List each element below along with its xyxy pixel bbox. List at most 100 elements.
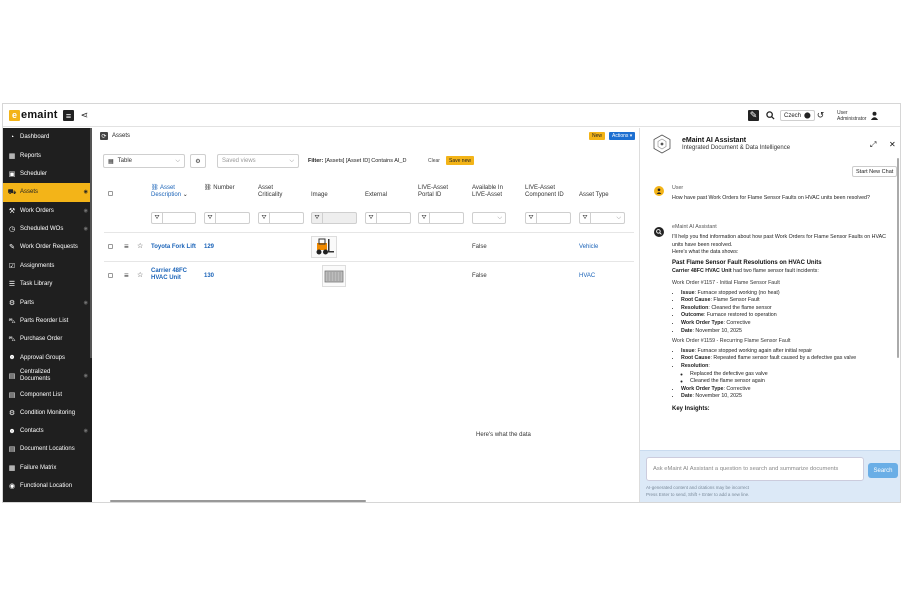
funnel-icon: ⛛: [366, 213, 377, 223]
column-live-asset-component-id[interactable]: LIVE-Asset Component ID: [525, 185, 564, 199]
filter-available-select[interactable]: ⌵: [472, 212, 506, 224]
column-number[interactable]: ⛓ Number: [204, 185, 235, 192]
ai-chat-scrollbar[interactable]: [897, 158, 899, 358]
history-icon[interactable]: ↺: [815, 110, 826, 121]
row-checkbox[interactable]: [108, 244, 113, 249]
select-all-checkbox[interactable]: [108, 191, 113, 196]
row-menu-icon[interactable]: ≡: [124, 243, 129, 251]
sidebar-item-assignments[interactable]: ☑ Assignments: [3, 257, 92, 275]
row-menu-icon[interactable]: ≡: [124, 272, 129, 280]
sidebar-item-purchase-order[interactable]: ⛍ Purchase Order: [3, 330, 92, 348]
sidebar-item-assets[interactable]: ⛟ Assets ◉: [3, 183, 92, 202]
emaint-logo[interactable]: e emaint: [9, 109, 58, 121]
refresh-icon[interactable]: ⟳: [100, 132, 108, 140]
table-row[interactable]: ≡ ☆ Carrier 48FC HVAC Unit 130 False HVA…: [104, 261, 634, 289]
sidebar-item-contacts[interactable]: ☻ Contacts ◉: [3, 422, 92, 440]
filter-live-asset-portal-id[interactable]: ⛛: [418, 212, 464, 224]
language-selector[interactable]: Czech ⬤: [780, 110, 815, 121]
column-asset-description[interactable]: ⛓ Asset Description ⌄: [151, 185, 188, 199]
sidebar-item-failure-matrix[interactable]: ▦ Failure Matrix: [3, 459, 92, 477]
avatar-icon[interactable]: [869, 110, 880, 121]
save-new-button[interactable]: Save new: [446, 156, 474, 165]
expand-icon[interactable]: ⤢: [870, 140, 876, 150]
filter-external[interactable]: ⛛: [365, 212, 411, 224]
view-select[interactable]: ▦ Table ⌵: [103, 154, 185, 168]
sidebar-item-scheduled-wos[interactable]: ◷ Scheduled WOs ◉: [3, 220, 92, 238]
unit-name: Carrier 48FC HVAC Unit: [672, 268, 732, 275]
funnel-icon: ⛛: [205, 213, 216, 223]
close-icon[interactable]: ✕: [889, 140, 896, 149]
column-label: Asset: [159, 185, 175, 191]
eye-icon[interactable]: ◉: [84, 373, 88, 380]
star-icon[interactable]: ☆: [137, 272, 143, 279]
saved-views-select[interactable]: Saved views ⌵: [217, 154, 299, 168]
filter-asset-type[interactable]: ⛛ ⌵: [579, 212, 625, 224]
star-icon[interactable]: ☆: [137, 243, 143, 250]
user-label[interactable]: User Administrator: [837, 110, 866, 122]
column-label: Portal ID: [418, 192, 442, 198]
sidebar-item-parts[interactable]: ⚙ Parts ◉: [3, 294, 92, 312]
search-icon[interactable]: [765, 110, 776, 121]
detail-item: Resolution: Replaced the defective gas v…: [681, 363, 892, 386]
filter-image[interactable]: ⛛: [311, 212, 357, 224]
column-available-in-live-asset[interactable]: Available In LIVE-Asset: [472, 185, 503, 199]
asset-number-link[interactable]: 130: [204, 273, 214, 280]
sidebar-item-condition-monitoring[interactable]: ⚙ Condition Monitoring: [3, 404, 92, 422]
sidebar-scrollbar[interactable]: [90, 128, 92, 358]
eye-icon[interactable]: ◉: [84, 226, 88, 232]
asset-number-link[interactable]: 129: [204, 244, 214, 251]
asset-type-link[interactable]: HVAC: [579, 273, 595, 280]
sidebar-item-work-order-requests[interactable]: ✎ Work Order Requests: [3, 238, 92, 256]
eye-icon[interactable]: ◉: [84, 189, 88, 195]
filter-live-asset-component-id[interactable]: ⛛: [525, 212, 571, 224]
filter-asset-criticality[interactable]: ⛛: [258, 212, 304, 224]
sidebar-item-component-list[interactable]: ▤ Component List: [3, 385, 92, 403]
column-asset-type[interactable]: Asset Type: [579, 192, 609, 199]
hvac-unit-image[interactable]: [322, 265, 346, 287]
forklift-image[interactable]: [311, 236, 337, 258]
new-button[interactable]: New: [589, 132, 606, 140]
sidebar-item-label: Assignments: [20, 262, 55, 269]
sidebar-item-functional-location[interactable]: ◉ Functional Location: [3, 477, 92, 495]
column-live-asset-portal-id[interactable]: LIVE-Asset Portal ID: [418, 185, 448, 199]
start-new-chat-button[interactable]: Start New Chat: [852, 166, 898, 177]
link-icon: ⛓: [204, 185, 212, 191]
column-image[interactable]: Image: [311, 192, 328, 199]
eye-icon[interactable]: ◉: [84, 428, 88, 434]
sidebar-item-document-locations[interactable]: ▤ Document Locations: [3, 441, 92, 459]
clear-filter-button[interactable]: Clear: [428, 158, 440, 164]
pen-icon[interactable]: ✎: [748, 110, 759, 121]
column-label: Description: [151, 192, 182, 198]
sidebar-item-work-orders[interactable]: ⚒ Work Orders ◉: [3, 202, 92, 220]
sidebar-item-dashboard[interactable]: ◔ Dashboard: [3, 128, 92, 146]
actions-button[interactable]: Actions ▾: [609, 132, 636, 140]
assistant-search-icon: [654, 227, 664, 237]
table-row[interactable]: ≡ ☆ Toyota Fork Lift 129 False Vehicle: [104, 232, 634, 260]
menu-icon[interactable]: ≡: [63, 110, 74, 121]
asset-description-link[interactable]: Toyota Fork Lift: [151, 244, 196, 251]
sidebar-item-parts-reorder-list[interactable]: ⛍ Parts Reorder List: [3, 312, 92, 330]
sidebar-item-task-library[interactable]: ☰ Task Library: [3, 275, 92, 293]
sidebar-item-label: Work Orders: [20, 207, 54, 214]
horizontal-scrollbar[interactable]: [110, 500, 366, 502]
filter-asset-description[interactable]: ⛛: [151, 212, 196, 224]
share-icon[interactable]: ⋖: [79, 110, 90, 121]
sidebar-item-centralized-documents[interactable]: ▤ Centralized Documents ◉: [3, 367, 92, 385]
column-external[interactable]: External: [365, 192, 387, 199]
user-avatar-icon: [654, 186, 664, 196]
logo-text: emaint: [21, 109, 58, 121]
sidebar-item-scheduler[interactable]: ▣ Scheduler: [3, 165, 92, 183]
column-asset-criticality[interactable]: Asset Criticality: [258, 185, 282, 199]
ai-question-input[interactable]: Ask eMaint AI Assistant a question to se…: [646, 457, 864, 481]
asset-type-link[interactable]: Vehicle: [579, 244, 598, 251]
sidebar-item-reports[interactable]: ▦ Reports: [3, 146, 92, 164]
sidebar-item-approval-groups[interactable]: ☻ Approval Groups: [3, 349, 92, 367]
ai-search-button[interactable]: Search: [868, 463, 898, 478]
filter-number[interactable]: ⛛: [204, 212, 250, 224]
asset-description-link[interactable]: Carrier 48FC HVAC Unit: [151, 268, 187, 282]
settings-button[interactable]: ⚙: [190, 154, 206, 168]
eye-icon[interactable]: ◉: [84, 208, 88, 214]
row-checkbox[interactable]: [108, 273, 113, 278]
eye-icon[interactable]: ◉: [84, 300, 88, 306]
location-icon: ⬤: [804, 113, 811, 119]
